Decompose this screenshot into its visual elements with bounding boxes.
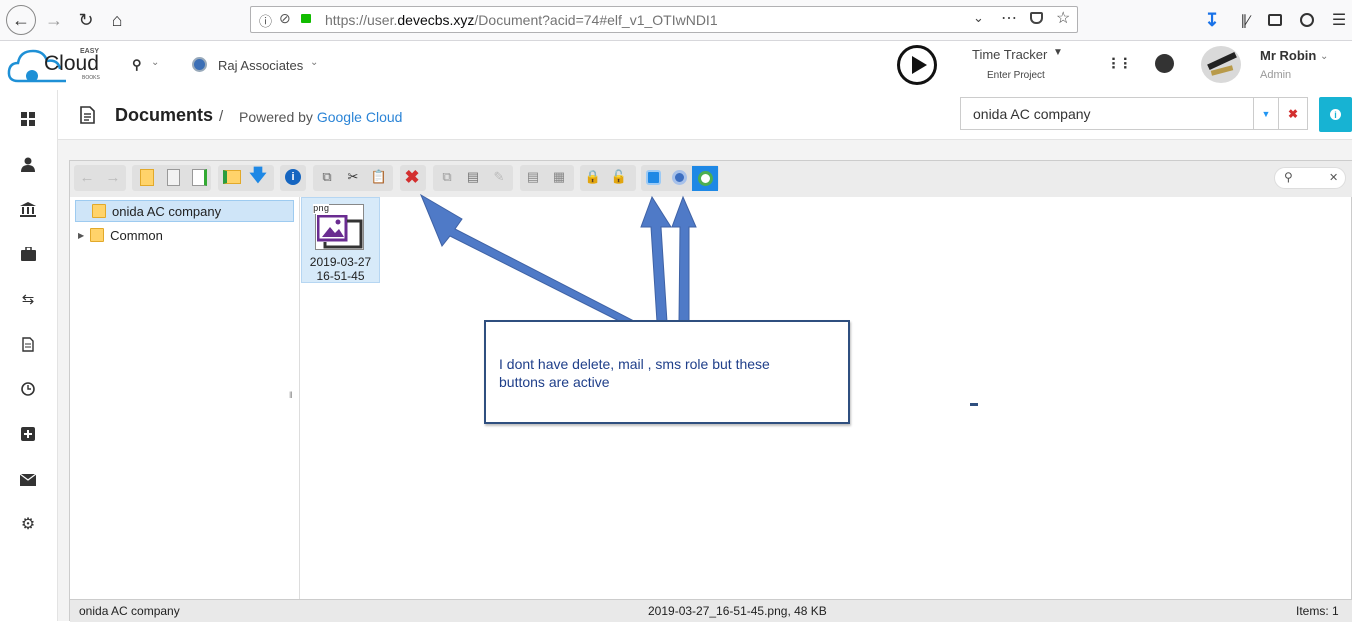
arrow-to-delete bbox=[419, 193, 637, 323]
annotation-dash bbox=[970, 403, 978, 406]
annotation-text: I dont have delete, mail , sms role but … bbox=[499, 356, 770, 390]
arrow-to-sms bbox=[671, 195, 697, 323]
status-items-count: Items: 1 bbox=[1296, 604, 1339, 618]
annotation-callout: I dont have delete, mail , sms role but … bbox=[484, 320, 850, 424]
status-folder: onida AC company bbox=[79, 604, 180, 618]
status-bar: onida AC company 2019-03-27_16-51-45.png… bbox=[70, 599, 1352, 622]
status-selection: 2019-03-27_16-51-45.png, 48 KB bbox=[648, 604, 827, 618]
arrow-to-mail bbox=[640, 195, 672, 323]
annotation-arrows bbox=[419, 193, 697, 323]
